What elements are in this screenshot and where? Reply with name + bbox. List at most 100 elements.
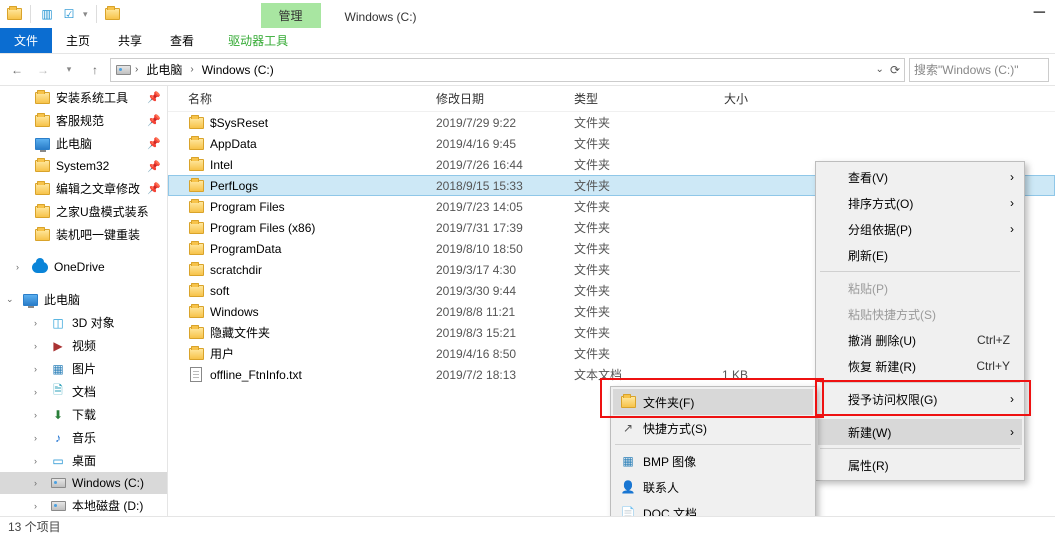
menu-grant-access[interactable]: 授予访问权限(G)›	[818, 386, 1022, 412]
folder-icon	[34, 90, 50, 106]
sidebar-item[interactable]: ›◫3D 对象	[0, 311, 167, 334]
context-submenu-new[interactable]: 文件夹(F) ↗ 快捷方式(S) ▦ BMP 图像 👤 联系人 📄 DOC 文档…	[610, 386, 816, 516]
submenu-bmp[interactable]: ▦ BMP 图像	[613, 448, 813, 474]
qat-properties-icon[interactable]: ▥	[39, 6, 55, 22]
sidebar-item[interactable]: System32📌	[0, 155, 167, 177]
menu-sort[interactable]: 排序方式(O)›	[818, 190, 1022, 216]
file-type: 文件夹	[568, 219, 676, 236]
contact-icon: 👤	[620, 479, 636, 495]
pin-icon: 📌	[147, 137, 161, 150]
sidebar-item[interactable]: 编辑之文章修改📌	[0, 177, 167, 200]
sidebar-item-label: Windows (C:)	[72, 476, 144, 490]
status-item-count: 13 个项目	[8, 518, 61, 535]
folder-icon	[34, 113, 50, 129]
context-menu[interactable]: 查看(V)› 排序方式(O)› 分组依据(P)› 刷新(E) 粘贴(P) 粘贴快…	[815, 161, 1025, 481]
sidebar-item-label: 音乐	[72, 429, 96, 446]
sidebar-item-label: 安装系统工具	[56, 89, 128, 106]
address-refresh-icon[interactable]: ⟳	[890, 63, 900, 77]
address-drive-icon	[115, 62, 131, 78]
submenu-shortcut[interactable]: ↗ 快捷方式(S)	[613, 415, 813, 441]
folder-icon	[34, 227, 50, 243]
menu-undo-delete[interactable]: 撤消 删除(U)Ctrl+Z	[818, 327, 1022, 353]
doc-icon: 📄	[620, 505, 636, 516]
col-size[interactable]: 大小	[676, 90, 770, 107]
submenu-folder[interactable]: 文件夹(F)	[613, 389, 813, 415]
sidebar-item[interactable]: ›⬇下载	[0, 403, 167, 426]
minimize-button[interactable]: ─	[1034, 4, 1045, 22]
crumb-drive[interactable]: Windows (C:)	[198, 61, 278, 79]
file-type: 文件夹	[568, 135, 676, 152]
col-date[interactable]: 修改日期	[430, 90, 568, 107]
column-headers[interactable]: 名称 修改日期 类型 大小	[168, 86, 1055, 112]
sidebar-item[interactable]: 安装系统工具📌	[0, 86, 167, 109]
sidebar-item[interactable]: 之家U盘模式装系	[0, 200, 167, 223]
sidebar-item[interactable]: ›▦图片	[0, 357, 167, 380]
pin-icon: 📌	[147, 114, 161, 127]
col-type[interactable]: 类型	[568, 90, 676, 107]
sidebar-item[interactable]: 装机吧一键重装	[0, 223, 167, 246]
menu-new[interactable]: 新建(W)›	[818, 419, 1022, 445]
qat-folder-icon[interactable]	[105, 6, 121, 22]
sidebar-item[interactable]: ›Windows (C:)	[0, 472, 167, 494]
video-icon: ▶	[50, 338, 66, 354]
pin-icon: 📌	[147, 160, 161, 173]
tab-view[interactable]: 查看	[156, 28, 208, 53]
sidebar-item[interactable]: ›♪音乐	[0, 426, 167, 449]
qat-refresh-icon[interactable]: ☑	[61, 6, 77, 22]
file-type: 文件夹	[568, 261, 676, 278]
sidebar-item[interactable]: 客服规范📌	[0, 109, 167, 132]
folder-icon	[620, 394, 636, 410]
folder-icon	[34, 204, 50, 220]
submenu-contact[interactable]: 👤 联系人	[613, 474, 813, 500]
folder-icon	[188, 220, 204, 236]
sidebar-item[interactable]: ›▭桌面	[0, 449, 167, 472]
file-date: 2019/7/29 9:22	[430, 116, 568, 130]
contextual-tab-manage[interactable]: 管理	[261, 3, 321, 28]
file-date: 2018/9/15 15:33	[430, 179, 568, 193]
tab-file[interactable]: 文件	[0, 28, 52, 53]
menu-properties[interactable]: 属性(R)	[818, 452, 1022, 478]
folder-icon	[34, 181, 50, 197]
tab-home[interactable]: 主页	[52, 28, 104, 53]
menu-refresh[interactable]: 刷新(E)	[818, 242, 1022, 268]
file-row[interactable]: AppData2019/4/16 9:45文件夹	[168, 133, 1055, 154]
file-type: 文件夹	[568, 114, 676, 131]
menu-redo-new[interactable]: 恢复 新建(R)Ctrl+Y	[818, 353, 1022, 379]
sidebar-thispc-label: 此电脑	[44, 291, 80, 308]
sidebar-item[interactable]: ›▶视频	[0, 334, 167, 357]
tab-drive-tools[interactable]: 驱动器工具	[214, 28, 302, 53]
sidebar-item[interactable]: ›本地磁盘 (D:)	[0, 494, 167, 516]
folder-icon	[188, 325, 204, 341]
submenu-doc[interactable]: 📄 DOC 文档	[613, 500, 813, 516]
sidebar-item[interactable]: ›🗎文档	[0, 380, 167, 403]
pic-icon: ▦	[50, 361, 66, 377]
sidebar-item[interactable]: 此电脑 📌	[0, 132, 167, 155]
address-bar[interactable]: › 此电脑 › Windows (C:) ⌄ ⟳	[110, 58, 905, 82]
menu-view[interactable]: 查看(V)›	[818, 164, 1022, 190]
file-date: 2019/7/26 16:44	[430, 158, 568, 172]
file-name: ProgramData	[210, 242, 281, 256]
doc-icon: 🗎	[50, 384, 66, 400]
search-box[interactable]: 搜索"Windows (C:)"	[909, 58, 1049, 82]
sidebar-item-label: 此电脑	[56, 135, 92, 152]
3d-icon: ◫	[50, 315, 66, 331]
sidebar-item-label: 装机吧一键重装	[56, 226, 140, 243]
address-dropdown-icon[interactable]: ⌄	[876, 64, 884, 75]
file-type: 文件夹	[568, 198, 676, 215]
folder-icon	[188, 178, 204, 194]
crumb-thispc[interactable]: 此电脑	[142, 59, 186, 80]
col-name[interactable]: 名称	[182, 90, 430, 107]
nav-back[interactable]: ←	[6, 59, 28, 81]
sidebar-onedrive[interactable]: › OneDrive	[0, 256, 167, 278]
menu-group[interactable]: 分组依据(P)›	[818, 216, 1022, 242]
nav-up[interactable]: ↑	[84, 59, 106, 81]
tab-share[interactable]: 共享	[104, 28, 156, 53]
nav-recent[interactable]: ▾	[58, 59, 80, 81]
file-row[interactable]: $SysReset2019/7/29 9:22文件夹	[168, 112, 1055, 133]
nav-forward[interactable]: →	[32, 59, 54, 81]
nav-pane[interactable]: 安装系统工具📌客服规范📌此电脑📌System32📌编辑之文章修改📌之家U盘模式装…	[0, 86, 168, 516]
sidebar-item-label: 图片	[72, 360, 96, 377]
dl-icon: ⬇	[50, 407, 66, 423]
status-bar: 13 个项目	[0, 516, 1055, 536]
sidebar-thispc[interactable]: ⌄ 此电脑	[0, 288, 167, 311]
